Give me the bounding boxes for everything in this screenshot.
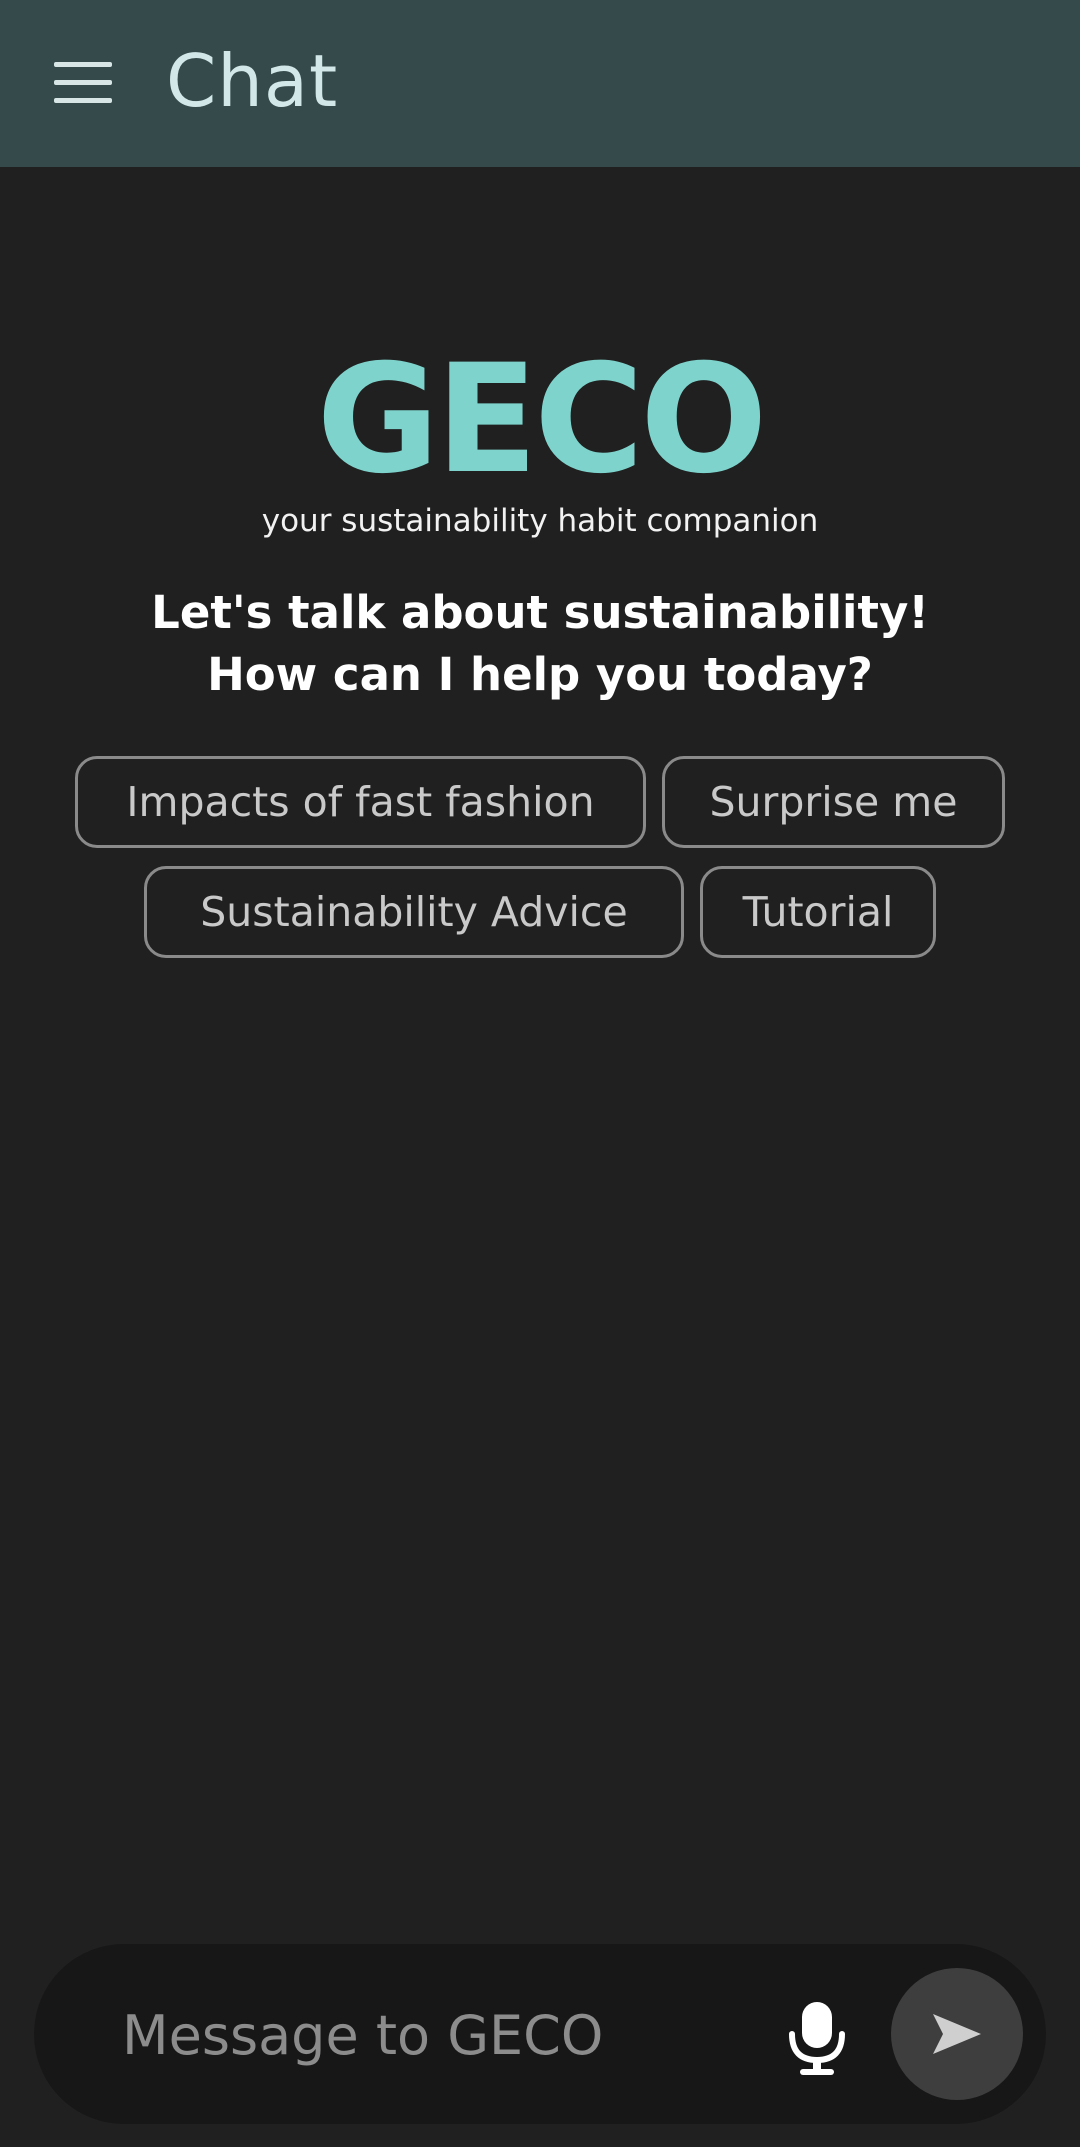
- geco-logo: GECO: [316, 333, 767, 507]
- send-icon: [933, 2014, 981, 2054]
- message-input[interactable]: [120, 1994, 764, 2076]
- app-bar: Chat: [0, 0, 1080, 167]
- hamburger-menu-icon[interactable]: [54, 60, 114, 106]
- suggestion-chip-tutorial[interactable]: Tutorial: [700, 866, 936, 958]
- suggestion-row-2: Sustainability Advice Tutorial: [0, 866, 1080, 958]
- microphone-icon[interactable]: [782, 1998, 852, 2078]
- greeting-text: Let's talk about sustainability! How can…: [0, 582, 1080, 706]
- suggestion-row-1: Impacts of fast fashion Surprise me: [0, 756, 1080, 848]
- send-button[interactable]: [891, 1968, 1023, 2100]
- suggestion-chip-surprise-me[interactable]: Surprise me: [662, 756, 1005, 848]
- greeting-line-2: How can I help you today?: [207, 648, 873, 701]
- message-composer: [34, 1944, 1046, 2124]
- suggestion-chip-sustainability-advice[interactable]: Sustainability Advice: [144, 866, 684, 958]
- suggestion-chip-fast-fashion[interactable]: Impacts of fast fashion: [75, 756, 646, 848]
- greeting-line-1: Let's talk about sustainability!: [151, 586, 929, 639]
- suggestion-chips: Impacts of fast fashion Surprise me Sust…: [0, 756, 1080, 976]
- tagline: your sustainability habit companion: [261, 503, 819, 539]
- page-title: Chat: [166, 39, 339, 123]
- welcome-section: GECO your sustainability habit companion…: [0, 340, 1080, 706]
